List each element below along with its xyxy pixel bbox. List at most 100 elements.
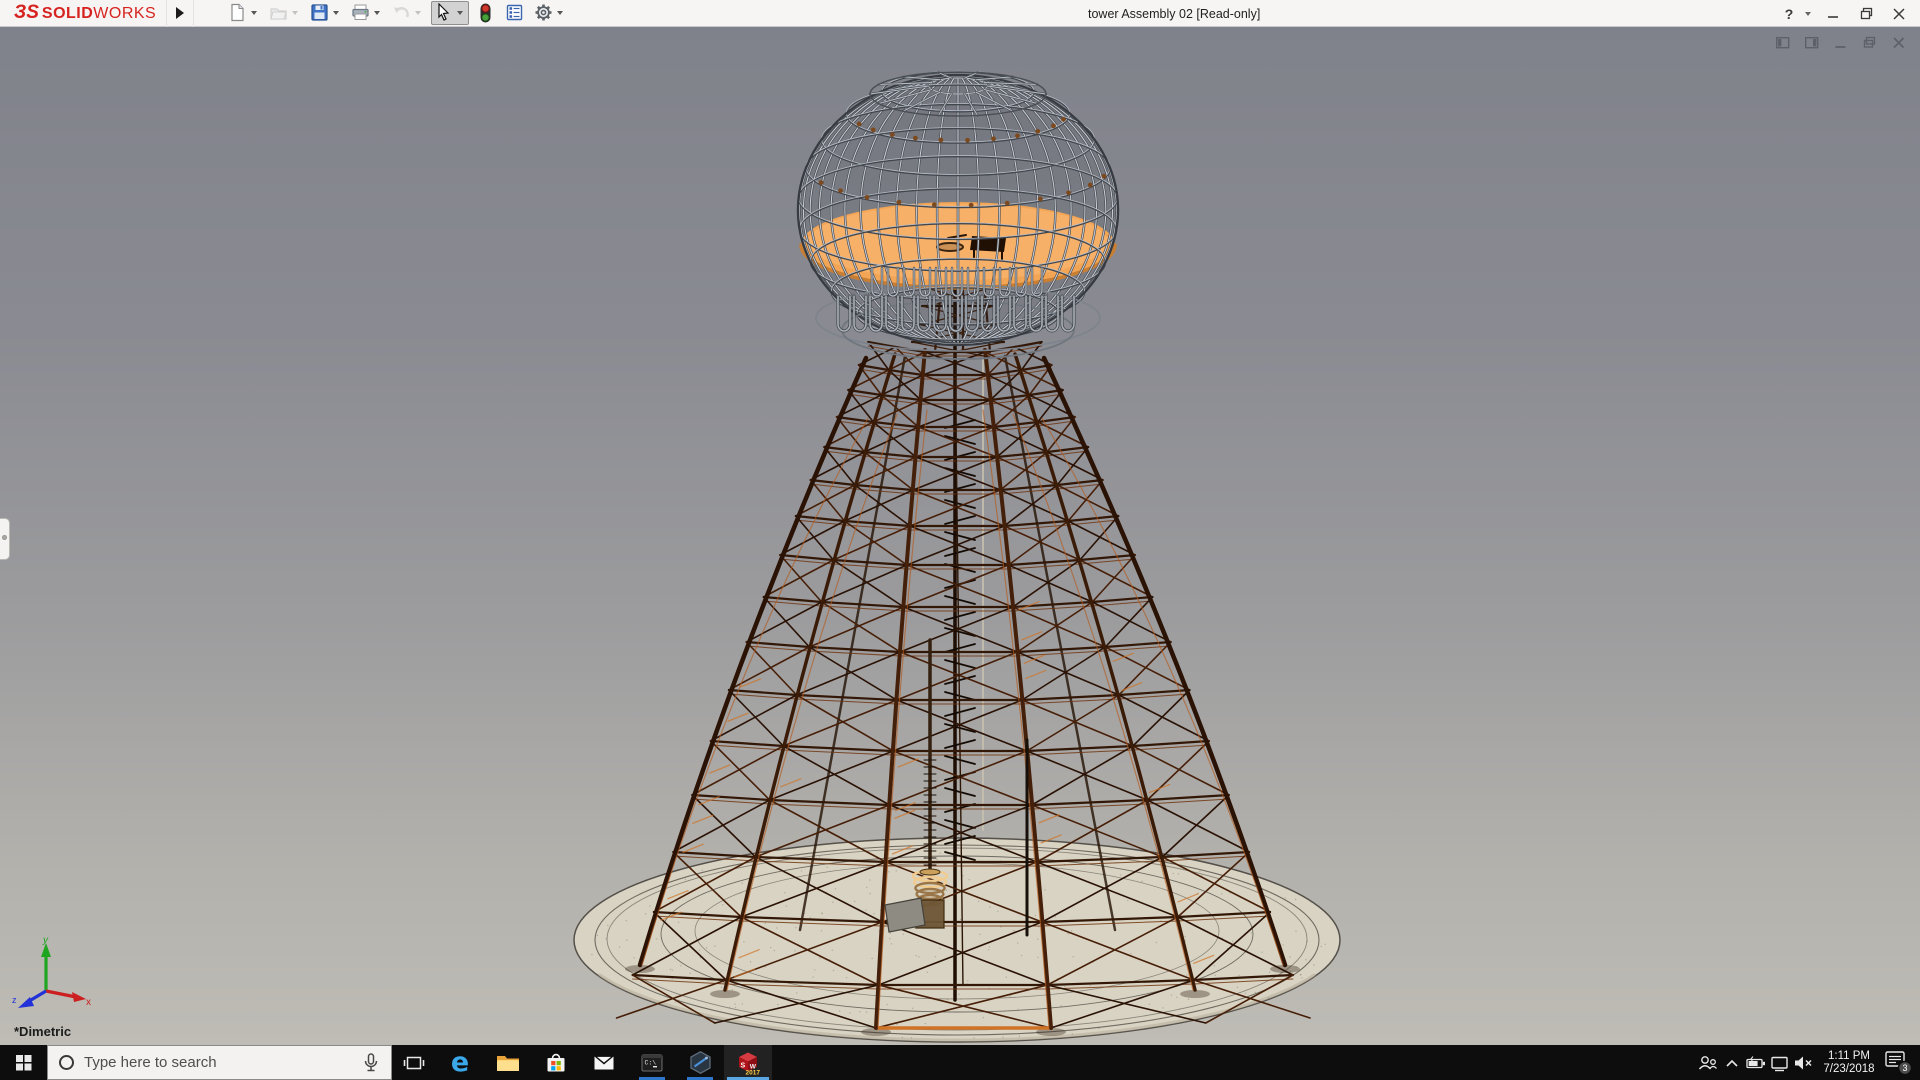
chevron-up-icon bbox=[1723, 1054, 1741, 1072]
select-dropdown-icon[interactable] bbox=[457, 11, 463, 15]
mail-icon bbox=[592, 1051, 616, 1075]
taskbar-app-file-explorer[interactable] bbox=[484, 1045, 532, 1080]
view-orientation-label: *Dimetric bbox=[14, 1024, 71, 1039]
rebuild-traffic-light-button[interactable] bbox=[474, 2, 498, 24]
print-button[interactable] bbox=[349, 2, 385, 24]
action-center-button[interactable]: 3 bbox=[1882, 1045, 1916, 1080]
print-dropdown-icon[interactable] bbox=[374, 11, 380, 15]
doc-restore-icon[interactable] bbox=[1863, 36, 1877, 50]
triad-x-axis bbox=[46, 991, 76, 997]
file-properties-button[interactable] bbox=[503, 2, 527, 24]
taskbar-app-edge[interactable]: e bbox=[436, 1045, 484, 1080]
save-button[interactable] bbox=[308, 2, 344, 24]
taskbar-app-hexagon-app[interactable] bbox=[676, 1045, 724, 1080]
task-view-icon bbox=[403, 1054, 425, 1072]
taskbar-apps: e C:\ SW2017 bbox=[436, 1045, 772, 1080]
undo-button bbox=[390, 2, 426, 24]
windows-logo-icon bbox=[15, 1054, 32, 1071]
svg-text:S: S bbox=[741, 1062, 746, 1069]
menu-flyout-arrow[interactable] bbox=[166, 0, 194, 27]
doc-close-icon[interactable] bbox=[1892, 36, 1906, 50]
hexagon-app-icon bbox=[688, 1050, 713, 1075]
flyout-triangle-icon bbox=[176, 7, 184, 19]
taskbar-app-mail[interactable] bbox=[580, 1045, 628, 1080]
battery-icon bbox=[1745, 1053, 1767, 1073]
network-icon bbox=[1769, 1053, 1791, 1073]
window-title: tower Assembly 02 [Read-only] bbox=[1088, 0, 1260, 27]
cortana-icon bbox=[59, 1055, 74, 1070]
options-gear-button[interactable] bbox=[532, 2, 568, 24]
svg-text:C:\: C:\ bbox=[645, 1059, 657, 1066]
microphone-icon[interactable] bbox=[360, 1051, 382, 1075]
new-document-button[interactable] bbox=[226, 2, 262, 24]
triad-x-arrow bbox=[72, 992, 86, 1002]
panel-flyout-tab[interactable] bbox=[0, 518, 10, 560]
open-dropdown-icon bbox=[292, 11, 298, 15]
microsoft-store-icon bbox=[544, 1051, 568, 1075]
svg-text:2017: 2017 bbox=[746, 1069, 761, 1076]
volume-button[interactable] bbox=[1792, 1045, 1816, 1080]
people-icon bbox=[1697, 1052, 1719, 1074]
orientation-triad: y x z bbox=[10, 933, 96, 1017]
people-button[interactable] bbox=[1696, 1045, 1720, 1080]
tray-clock[interactable]: 1:11 PM 7/23/2018 bbox=[1816, 1050, 1882, 1076]
restore-button[interactable] bbox=[1855, 3, 1877, 25]
windows-taskbar: Type here to search e C:\ SW2017 bbox=[0, 1045, 1920, 1080]
doc-pane-left-icon[interactable] bbox=[1776, 36, 1790, 50]
system-tray: 1:11 PM 7/23/2018 3 bbox=[1696, 1045, 1920, 1080]
start-button[interactable] bbox=[0, 1045, 47, 1080]
solidworks-logo: ЗS SOLIDWORKS bbox=[0, 2, 166, 24]
undo-dropdown-icon bbox=[415, 11, 421, 15]
rebuild-traffic-light-icon bbox=[476, 3, 496, 23]
search-placeholder: Type here to search bbox=[84, 1054, 360, 1071]
options-gear-dropdown-icon[interactable] bbox=[557, 11, 563, 15]
solidworks-2017-icon: SW2017 bbox=[735, 1050, 761, 1076]
battery-button[interactable] bbox=[1744, 1045, 1768, 1080]
graphics-area[interactable]: y x z *Dimetric bbox=[0, 27, 1920, 1045]
minimize-button[interactable] bbox=[1822, 3, 1844, 25]
taskbar-app-microsoft-store[interactable] bbox=[532, 1045, 580, 1080]
help-button[interactable]: ? bbox=[1778, 3, 1800, 25]
new-document-icon bbox=[228, 3, 248, 23]
window-controls: ? bbox=[1778, 0, 1910, 27]
edge-glyph: e bbox=[451, 1047, 469, 1078]
select-button[interactable] bbox=[431, 1, 469, 25]
doc-pane-right-icon[interactable] bbox=[1805, 36, 1819, 50]
file-properties-icon bbox=[505, 3, 525, 23]
open-icon bbox=[269, 3, 289, 23]
undo-icon bbox=[392, 3, 412, 23]
task-view-button[interactable] bbox=[392, 1045, 436, 1080]
document-window-controls bbox=[1776, 36, 1906, 50]
search-input[interactable]: Type here to search bbox=[47, 1045, 392, 1080]
close-button[interactable] bbox=[1888, 3, 1910, 25]
save-dropdown-icon[interactable] bbox=[333, 11, 339, 15]
main-toolbar bbox=[226, 0, 573, 27]
network-button[interactable] bbox=[1768, 1045, 1792, 1080]
triad-z-label: z bbox=[12, 995, 17, 1005]
file-explorer-icon bbox=[495, 1051, 521, 1075]
triad-y-label: y bbox=[42, 935, 49, 946]
tower-assembly bbox=[574, 71, 1340, 1042]
solidworks-logo-mark: ЗS bbox=[14, 2, 39, 24]
print-icon bbox=[351, 3, 371, 23]
titlebar: ЗS SOLIDWORKS tower Assembly 02 [Read-on… bbox=[0, 0, 1920, 27]
volume-muted-icon bbox=[1792, 1053, 1816, 1073]
3d-model-tower[interactable] bbox=[0, 27, 1920, 1045]
close-icon bbox=[1893, 8, 1905, 20]
notification-count: 3 bbox=[1902, 1063, 1907, 1073]
command-prompt-icon: C:\ bbox=[640, 1051, 664, 1075]
select-icon bbox=[434, 3, 454, 23]
triad-x-label: x bbox=[86, 997, 91, 1008]
taskbar-app-command-prompt[interactable]: C:\ bbox=[628, 1045, 676, 1080]
tray-date: 7/23/2018 bbox=[1818, 1063, 1880, 1076]
taskbar-app-solidworks-2017[interactable]: SW2017 bbox=[724, 1045, 772, 1080]
tray-time: 1:11 PM bbox=[1818, 1050, 1880, 1063]
minimize-icon bbox=[1827, 8, 1839, 20]
restore-icon bbox=[1860, 7, 1873, 20]
action-center-icon: 3 bbox=[1884, 1049, 1914, 1077]
new-document-dropdown-icon[interactable] bbox=[251, 11, 257, 15]
options-gear-icon bbox=[534, 3, 554, 23]
tray-overflow-button[interactable] bbox=[1720, 1045, 1744, 1080]
doc-minimize-icon[interactable] bbox=[1834, 36, 1848, 50]
help-dropdown-icon[interactable] bbox=[1805, 12, 1811, 16]
